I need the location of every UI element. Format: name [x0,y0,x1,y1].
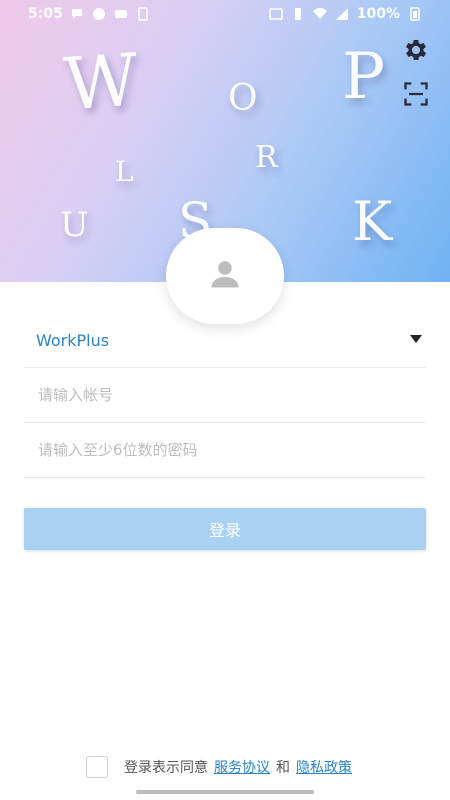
decorative-letter: L [115,155,134,188]
nfc-icon [268,8,283,20]
vibrate-icon [294,8,301,20]
chat-icon [72,9,82,19]
account-field-row [24,368,426,423]
avatar [166,228,284,324]
sim-icon [138,7,148,21]
account-input[interactable] [36,385,420,405]
cellular-signal-icon [335,8,348,20]
agreement-and: 和 [276,760,290,776]
agreement-row: 登录表示同意 服务协议 和 隐私政策 [86,756,358,778]
decorative-letter: K [352,190,393,253]
service-agreement-link[interactable]: 服务协议 [214,757,270,777]
battery-level: 100% [356,6,400,22]
agreement-checkbox[interactable] [86,756,108,778]
decorative-letter: U [60,205,89,245]
decorative-letter: P [342,40,386,114]
status-bar: 5:05 100% [0,0,450,30]
decorative-letter: W [61,37,141,127]
organization-selector[interactable]: WorkPlus [24,313,426,368]
user-icon [211,261,239,288]
privacy-policy-link[interactable]: 隐私政策 [296,757,352,777]
app-notification-icon [93,8,105,20]
password-field-row [24,423,426,478]
dropdown-arrow-icon[interactable] [410,335,422,343]
password-input[interactable] [36,440,420,460]
decorative-letter: R [255,140,278,175]
notification-icons [70,7,150,21]
message-icon [115,10,127,18]
battery-icon [410,7,420,21]
wifi-icon [312,8,327,19]
gesture-nav-bar[interactable] [136,790,314,794]
scan-icon[interactable] [402,80,430,108]
gear-icon[interactable] [402,36,430,64]
login-button[interactable]: 登录 [24,508,426,550]
status-time: 5:05 [28,6,63,22]
agreement-prefix: 登录表示同意 [124,760,208,776]
system-icons: 100% [268,6,422,22]
organization-value: WorkPlus [36,330,110,350]
decorative-letter: O [228,78,258,119]
